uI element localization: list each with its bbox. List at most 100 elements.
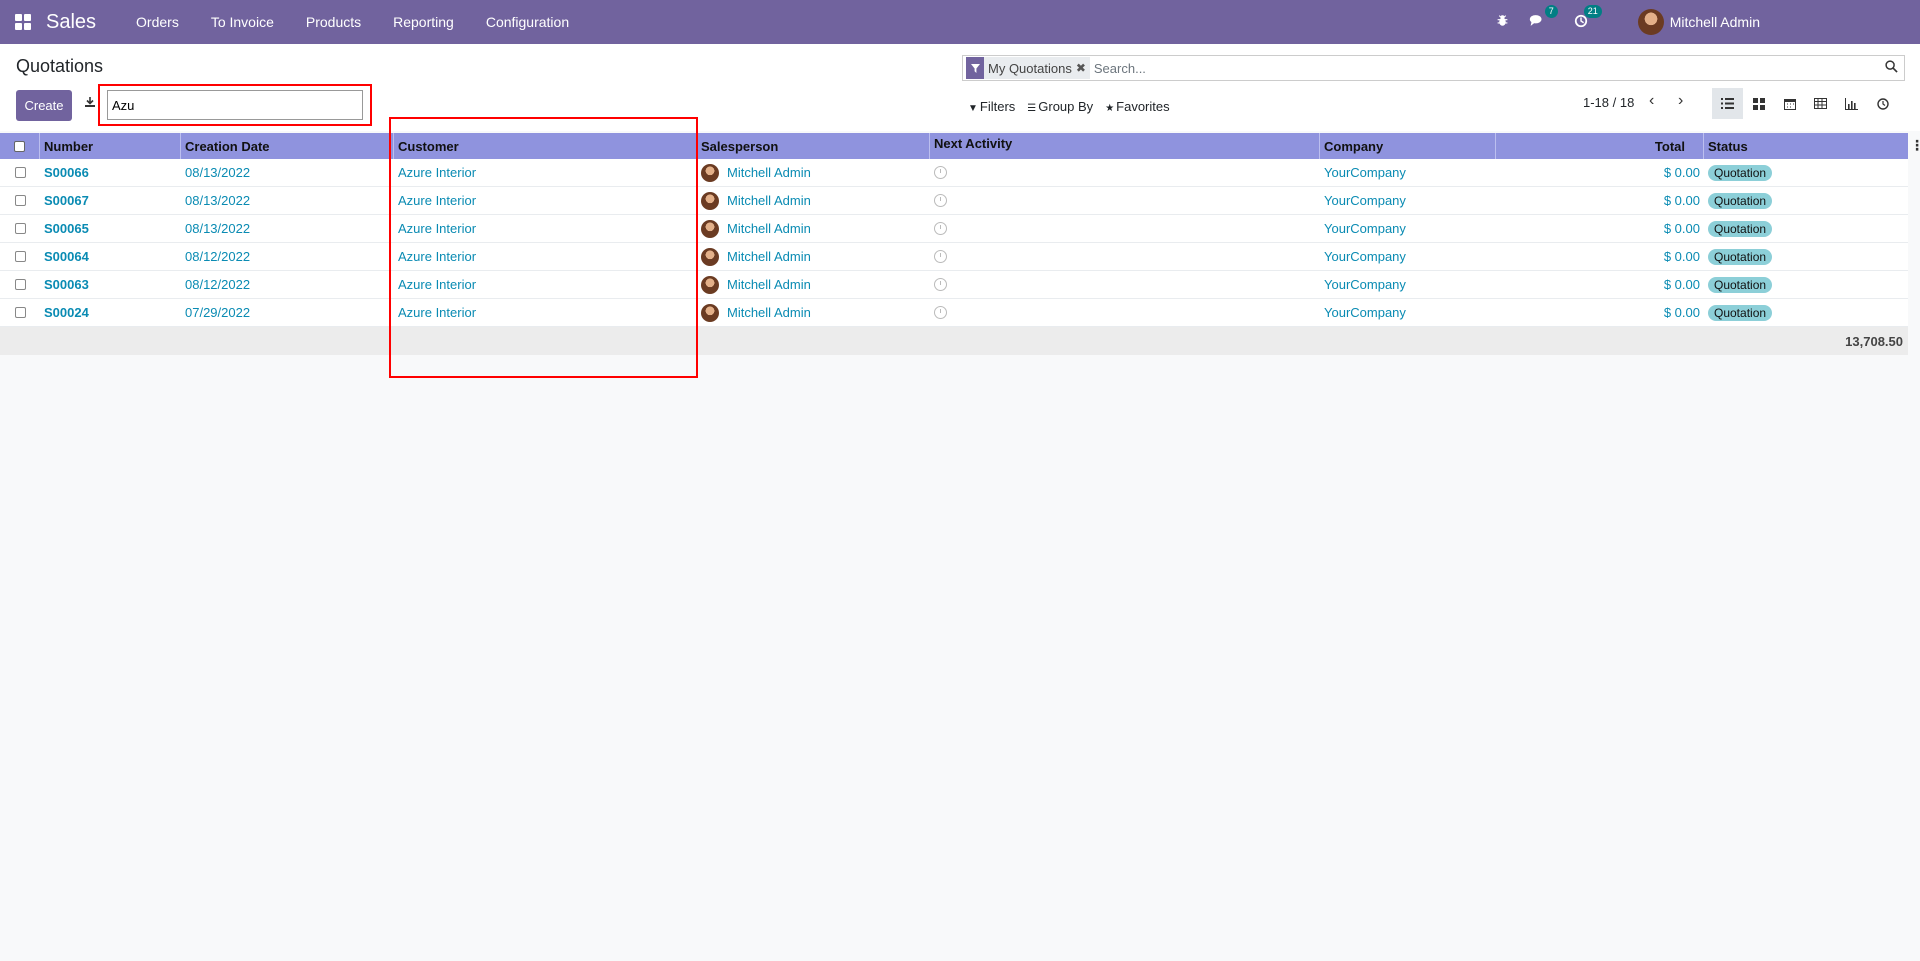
- activity-clock-icon[interactable]: [934, 222, 947, 235]
- status-badge: Quotation: [1708, 276, 1773, 293]
- star-icon: ★: [1105, 102, 1115, 114]
- row-salesperson-name: Mitchell Admin: [727, 165, 811, 180]
- list-view-icon[interactable]: [1712, 88, 1743, 119]
- col-salesperson[interactable]: Salesperson: [697, 133, 930, 159]
- filters-button[interactable]: ▼ Filters: [962, 99, 1021, 114]
- col-company[interactable]: Company: [1320, 133, 1496, 159]
- row-number[interactable]: S00063: [44, 277, 89, 292]
- row-checkbox[interactable]: [0, 299, 40, 327]
- row-company[interactable]: YourCompany: [1324, 193, 1406, 208]
- status-badge: Quotation: [1708, 248, 1773, 265]
- pivot-view-icon[interactable]: [1805, 88, 1836, 119]
- activity-clock-icon[interactable]: [934, 250, 947, 263]
- optional-columns-icon[interactable]: ⋮: [1910, 137, 1920, 154]
- table-row[interactable]: S00063 08/12/2022 Azure Interior Mitchel…: [0, 271, 1908, 299]
- row-customer[interactable]: Azure Interior: [398, 305, 476, 320]
- table-row[interactable]: S00024 07/29/2022 Azure Interior Mitchel…: [0, 299, 1908, 327]
- status-badge: Quotation: [1708, 164, 1773, 181]
- apps-menu-icon[interactable]: [15, 14, 31, 30]
- menu-orders[interactable]: Orders: [120, 14, 195, 30]
- salesperson-avatar: [701, 219, 719, 238]
- row-checkbox[interactable]: [0, 243, 40, 271]
- salesperson-avatar: [701, 163, 719, 182]
- row-checkbox[interactable]: [0, 271, 40, 299]
- pager-next-icon[interactable]: ›: [1678, 92, 1683, 110]
- row-salesperson[interactable]: Mitchell Admin: [697, 243, 930, 271]
- row-salesperson[interactable]: Mitchell Admin: [697, 187, 930, 215]
- user-menu[interactable]: Mitchell Admin: [1637, 9, 1760, 35]
- table-footer: 13,708.50: [0, 327, 1908, 355]
- row-checkbox[interactable]: [0, 215, 40, 243]
- activities-clock-icon[interactable]: 21: [1574, 4, 1602, 31]
- control-panel: Quotations Create My Quotations ✖ ▼Filte…: [0, 44, 1920, 131]
- status-badge: Quotation: [1708, 192, 1773, 209]
- col-next-activity[interactable]: Next Activity: [930, 133, 1320, 159]
- row-checkbox[interactable]: [0, 159, 40, 187]
- search-magnifier-icon[interactable]: [1878, 60, 1904, 76]
- row-number[interactable]: S00067: [44, 193, 89, 208]
- row-salesperson[interactable]: Mitchell Admin: [697, 271, 930, 299]
- salesperson-avatar: [701, 275, 719, 294]
- row-customer[interactable]: Azure Interior: [398, 249, 476, 264]
- row-customer[interactable]: Azure Interior: [398, 277, 476, 292]
- group-by-label: Group By: [1038, 98, 1094, 114]
- row-number[interactable]: S00064: [44, 249, 89, 264]
- row-number[interactable]: S00065: [44, 221, 89, 236]
- row-customer[interactable]: Azure Interior: [398, 221, 476, 236]
- facet-remove-icon[interactable]: ✖: [1076, 61, 1090, 75]
- row-creation-date: 08/13/2022: [185, 165, 251, 180]
- col-customer[interactable]: Customer: [394, 133, 697, 159]
- row-salesperson[interactable]: Mitchell Admin: [697, 159, 930, 187]
- table-row[interactable]: S00066 08/13/2022 Azure Interior Mitchel…: [0, 159, 1908, 187]
- messages-chat-icon[interactable]: 7: [1529, 5, 1558, 30]
- table-row[interactable]: S00065 08/13/2022 Azure Interior Mitchel…: [0, 215, 1908, 243]
- row-company[interactable]: YourCompany: [1324, 221, 1406, 236]
- col-number[interactable]: Number: [40, 133, 181, 159]
- status-badge: Quotation: [1708, 220, 1773, 237]
- quick-search-input[interactable]: [107, 90, 363, 120]
- calendar-view-icon[interactable]: [1774, 88, 1805, 119]
- search-input[interactable]: [1093, 60, 1878, 76]
- activity-clock-icon[interactable]: [934, 306, 947, 319]
- menu-products[interactable]: Products: [290, 14, 377, 30]
- download-icon[interactable]: [84, 96, 96, 111]
- kanban-view-icon[interactable]: [1743, 88, 1774, 119]
- row-company[interactable]: YourCompany: [1324, 249, 1406, 264]
- debug-bug-icon[interactable]: [1496, 14, 1509, 30]
- row-salesperson-name: Mitchell Admin: [727, 305, 811, 320]
- menu-reporting[interactable]: Reporting: [377, 14, 470, 30]
- activity-view-icon[interactable]: [1867, 88, 1898, 119]
- col-total[interactable]: Total: [1496, 133, 1704, 159]
- row-total: $ 0.00: [1663, 277, 1700, 292]
- pager-value[interactable]: 1-18 / 18: [1583, 95, 1634, 110]
- row-customer[interactable]: Azure Interior: [398, 165, 476, 180]
- col-status[interactable]: Status: [1704, 133, 1908, 159]
- graph-view-icon[interactable]: [1836, 88, 1867, 119]
- row-company[interactable]: YourCompany: [1324, 305, 1406, 320]
- footer-total: 13,708.50: [1845, 333, 1903, 349]
- row-salesperson[interactable]: Mitchell Admin: [697, 215, 930, 243]
- activity-clock-icon[interactable]: [934, 194, 947, 207]
- row-salesperson[interactable]: Mitchell Admin: [697, 299, 930, 327]
- menu-configuration[interactable]: Configuration: [470, 14, 585, 30]
- row-number[interactable]: S00024: [44, 305, 89, 320]
- row-checkbox[interactable]: [0, 187, 40, 215]
- menu-to-invoice[interactable]: To Invoice: [195, 14, 290, 30]
- row-company[interactable]: YourCompany: [1324, 277, 1406, 292]
- app-brand[interactable]: Sales: [46, 11, 96, 34]
- filters-label: Filters: [979, 98, 1016, 114]
- row-company[interactable]: YourCompany: [1324, 165, 1406, 180]
- activity-clock-icon[interactable]: [934, 278, 947, 291]
- row-number[interactable]: S00066: [44, 165, 89, 180]
- col-creation-date[interactable]: Creation Date: [181, 133, 394, 159]
- row-customer[interactable]: Azure Interior: [398, 193, 476, 208]
- table-row[interactable]: S00067 08/13/2022 Azure Interior Mitchel…: [0, 187, 1908, 215]
- table-row[interactable]: S00064 08/12/2022 Azure Interior Mitchel…: [0, 243, 1908, 271]
- status-badge: Quotation: [1708, 304, 1773, 321]
- create-button[interactable]: Create: [16, 90, 72, 121]
- group-by-button[interactable]: ☰ Group By: [1021, 99, 1099, 114]
- select-all-checkbox[interactable]: [0, 133, 40, 159]
- pager-previous-icon[interactable]: ‹: [1649, 92, 1654, 110]
- favorites-button[interactable]: ★ Favorites: [1099, 99, 1175, 114]
- activity-clock-icon[interactable]: [934, 166, 947, 179]
